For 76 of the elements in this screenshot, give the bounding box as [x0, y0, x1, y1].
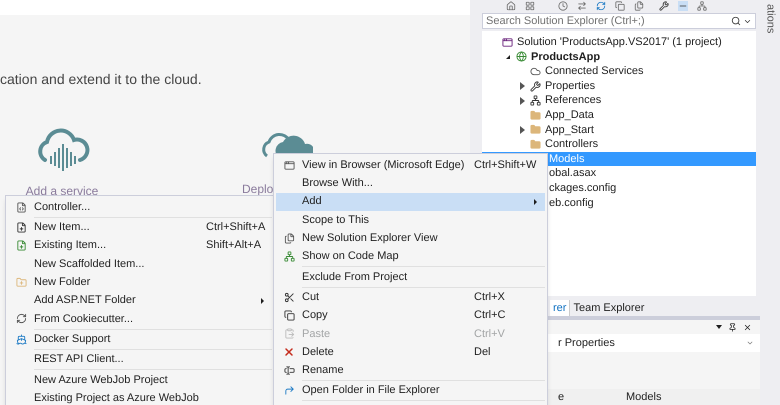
tile-label[interactable]: Deplo [242, 180, 274, 198]
menu-item[interactable]: Browse With... [276, 174, 545, 193]
copy-icon[interactable] [615, 0, 625, 10]
browser-icon [284, 160, 294, 171]
folder-icon [530, 124, 540, 136]
folder-icon [16, 276, 26, 288]
folder-icon [530, 138, 540, 150]
files-icon[interactable] [634, 0, 644, 10]
menu-item[interactable]: Docker Support [8, 330, 272, 348]
menu-item[interactable]: Rename [276, 361, 545, 380]
preview-icon[interactable] [678, 0, 688, 10]
menu-item[interactable]: Exclude From Project [276, 268, 545, 286]
menu-item[interactable]: Open Folder in File Explorer [276, 382, 545, 400]
panel-tab[interactable]: rer [550, 300, 570, 316]
references-icon [530, 95, 540, 106]
collapsed-arrow-icon[interactable] [520, 96, 524, 105]
menu-item[interactable]: New Scaffolded Item... [8, 254, 272, 274]
code-map-icon [284, 251, 294, 262]
tree-item[interactable]: App_Start [482, 122, 756, 138]
globe-icon [516, 51, 526, 62]
file-icon [16, 202, 26, 213]
menu-item[interactable]: REST API Client... [8, 350, 272, 369]
switch-views-icon[interactable] [525, 0, 535, 10]
expanded-arrow-icon[interactable] [506, 54, 510, 59]
panel-tab[interactable]: Team Explorer [569, 300, 648, 316]
tree-item[interactable]: Solution 'ProductsApp.VS2017' (1 project) [482, 35, 756, 50]
cloud-icon [530, 66, 540, 77]
wrench-icon[interactable] [659, 0, 669, 10]
menu-item[interactable]: Scope to This [276, 210, 545, 230]
property-name: e [558, 390, 566, 405]
menu-item[interactable]: From Cookiecutter... [8, 310, 272, 328]
solution-icon [502, 36, 512, 48]
tagline: cation and extend it to the cloud. [0, 70, 203, 89]
delete-icon [283, 346, 295, 358]
search-field[interactable]: Search Solution Explorer (Ctrl+;) [482, 13, 756, 29]
dropdown-arrow-icon[interactable] [716, 325, 722, 329]
search-icon[interactable] [731, 16, 741, 26]
menu-item[interactable]: Cut Ctrl+X [276, 288, 545, 306]
refresh-icon[interactable] [596, 0, 606, 10]
collapsed-arrow-icon[interactable] [520, 82, 524, 90]
tree-item[interactable]: Controllers [482, 137, 756, 152]
collapsed-arrow-icon[interactable] [520, 126, 524, 134]
window-icon [284, 232, 294, 244]
menu-item[interactable]: New Folder [8, 273, 272, 292]
menu-item[interactable]: Controller... [8, 198, 272, 216]
pin-icon[interactable] [728, 322, 737, 332]
menu-item[interactable]: Existing Project as Azure WebJob [8, 388, 272, 405]
diagram-icon[interactable] [697, 0, 707, 10]
close-icon[interactable] [743, 322, 752, 332]
new-item-icon [16, 222, 26, 233]
menu-item[interactable]: Add ASP.NET Folder [8, 291, 272, 310]
scissors-icon [284, 292, 294, 303]
home-icon[interactable] [506, 0, 516, 10]
menu-item[interactable]: New Solution Explorer View [276, 229, 545, 248]
tree-item[interactable]: Properties [482, 78, 756, 94]
menu-item[interactable]: New Azure WebJob Project [8, 370, 272, 389]
folder-icon [530, 110, 540, 121]
tree-item[interactable]: App_Data [482, 108, 756, 123]
property-value: Models [626, 390, 662, 405]
rename-icon [284, 364, 294, 376]
side-tab[interactable]: ations [762, 4, 778, 405]
menu-item[interactable]: Existing Item... Shift+Alt+A [8, 236, 272, 255]
arrow-icon [284, 385, 294, 396]
paste-icon [284, 328, 294, 340]
tree-item[interactable]: Connected Services [482, 64, 756, 79]
sync-icon[interactable] [577, 0, 587, 10]
wrench-icon [530, 80, 540, 92]
menu-item[interactable]: Copy Ctrl+C [276, 306, 545, 325]
menu-item[interactable]: Add [276, 192, 545, 211]
clock-icon[interactable] [558, 0, 568, 10]
copy-icon [284, 310, 294, 322]
tree-item[interactable]: References [482, 93, 756, 108]
existing-item-icon [16, 240, 26, 252]
tree-item[interactable]: ProductsApp [482, 50, 756, 64]
menu-item[interactable]: New Item... Ctrl+Shift+A [8, 218, 272, 237]
menu-item[interactable]: Show on Code Map [276, 247, 545, 266]
